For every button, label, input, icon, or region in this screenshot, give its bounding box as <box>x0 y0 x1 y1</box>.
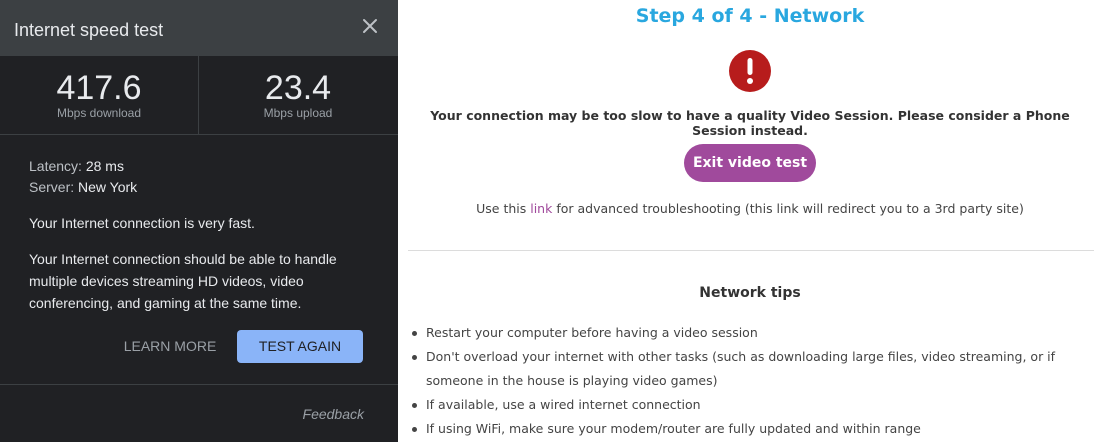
speed-stats: 417.6 Mbps download 23.4 Mbps upload <box>0 56 398 135</box>
troubleshoot-link[interactable]: link <box>530 201 552 216</box>
learn-more-button[interactable]: LEARN MORE <box>119 330 221 362</box>
troubleshooting-text: Use this link for advanced troubleshooti… <box>404 201 1096 216</box>
speed-description: Your Internet connection should be able … <box>29 251 337 311</box>
tip-text: If using WiFi, make sure your modem/rout… <box>426 421 921 436</box>
feedback-link[interactable]: Feedback <box>303 406 364 422</box>
bullet-icon <box>412 427 417 432</box>
section-divider <box>408 250 1094 251</box>
download-stat: 417.6 Mbps download <box>0 56 199 134</box>
upload-unit: Mbps upload <box>263 106 333 120</box>
close-icon <box>363 19 377 33</box>
step-title: Step 4 of 4 - Network <box>635 5 865 27</box>
exit-video-test-button[interactable]: Exit video test <box>684 144 816 182</box>
server-value: New York <box>78 179 138 195</box>
server-row: Server: New York <box>29 177 369 198</box>
alert-icon <box>729 50 771 92</box>
bullet-icon <box>412 403 417 408</box>
tip-text: Don't overload your internet with other … <box>426 349 1056 388</box>
speed-test-panel: Internet speed test 417.6 Mbps download … <box>0 0 398 442</box>
tip-text: Restart your computer before having a vi… <box>426 325 758 340</box>
list-item: Restart your computer before having a vi… <box>412 321 1092 345</box>
download-unit: Mbps download <box>56 106 142 120</box>
upload-stat: 23.4 Mbps upload <box>199 56 397 134</box>
troubleshoot-suffix: for advanced troubleshooting (this link … <box>552 201 1024 216</box>
close-button[interactable] <box>356 12 384 40</box>
list-item: If available, use a wired internet conne… <box>412 393 1092 417</box>
list-item: Don't overload your internet with other … <box>412 345 1092 393</box>
latency-label: Latency: <box>29 158 82 174</box>
network-tips-title: Network tips <box>699 285 801 301</box>
panel-divider <box>0 384 398 385</box>
slow-connection-warning: Your connection may be too slow to have … <box>430 108 1070 138</box>
speed-test-header: Internet speed test <box>0 0 398 56</box>
server-label: Server: <box>29 179 75 195</box>
bullet-icon <box>412 331 417 336</box>
speed-test-title: Internet speed test <box>14 20 164 40</box>
list-item: If using WiFi, make sure your modem/rout… <box>412 417 1092 441</box>
latency-value: 28 ms <box>85 158 124 174</box>
download-value: 417.6 <box>56 69 142 107</box>
upload-value: 23.4 <box>264 69 332 107</box>
latency-row: Latency: 28 ms <box>29 156 369 177</box>
network-tips-list: Restart your computer before having a vi… <box>412 321 1092 441</box>
bullet-icon <box>412 355 417 360</box>
speed-summary: Your Internet connection is very fast. <box>29 215 255 231</box>
tip-text: If available, use a wired internet conne… <box>426 397 701 412</box>
speed-details: Latency: 28 ms Server: New York Your Int… <box>29 156 369 314</box>
test-again-button[interactable]: TEST AGAIN <box>237 330 363 363</box>
troubleshoot-prefix: Use this <box>476 201 531 216</box>
